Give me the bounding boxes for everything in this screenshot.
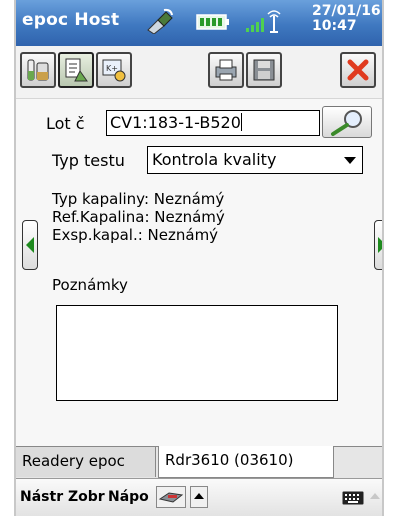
tab-reader-3610[interactable]: Rdr3610 (03610) bbox=[158, 446, 334, 478]
notes-textarea[interactable] bbox=[56, 305, 338, 401]
next-page-button[interactable] bbox=[374, 220, 382, 270]
test-tube-button[interactable] bbox=[20, 52, 56, 88]
menu-bar: Nástr Zobr Nápo bbox=[16, 478, 382, 516]
menu-help[interactable]: Nápo bbox=[108, 489, 149, 505]
status-time: 10:47 bbox=[312, 18, 357, 34]
search-icon bbox=[331, 110, 362, 136]
title-bar: epoc Host 27/01/16 10:47 bbox=[16, 0, 382, 46]
save-button[interactable] bbox=[246, 52, 282, 88]
svg-text:K+: K+ bbox=[106, 64, 118, 73]
reader-tabs: Readery epoc Rdr3610 (03610) bbox=[16, 446, 382, 479]
device-screen: epoc Host 27/01/16 10:47 K+ Lot č CV1:18… bbox=[14, 0, 384, 516]
keyboard-icon[interactable] bbox=[342, 491, 364, 505]
notes-label: Poznámky bbox=[52, 276, 128, 294]
card-reader-button[interactable] bbox=[156, 486, 186, 508]
lot-search-button[interactable] bbox=[322, 106, 372, 138]
print-button[interactable] bbox=[208, 52, 244, 88]
lot-value: CV1:183-1-B520 bbox=[110, 113, 241, 132]
toolbar: K+ bbox=[16, 46, 382, 99]
signal-icon bbox=[246, 10, 281, 33]
fluid-type-text: Typ kapaliny: Neznámý bbox=[52, 190, 225, 208]
card-reader-icon bbox=[158, 492, 184, 503]
printer-icon bbox=[215, 59, 237, 81]
status-datetime: 27/01/16 10:47 bbox=[312, 4, 381, 34]
exp-fluid-text: Exsp.kapal.: Neznámý bbox=[52, 226, 219, 244]
qc-card-icon: K+ bbox=[102, 59, 126, 82]
save-icon bbox=[253, 59, 275, 81]
battery-icon bbox=[196, 14, 229, 30]
text-caret bbox=[240, 113, 242, 131]
lot-label: Lot č bbox=[46, 114, 85, 133]
tab-epoc-readers[interactable]: Readery epoc bbox=[16, 447, 156, 477]
left-arrow-icon bbox=[26, 237, 34, 253]
close-button[interactable] bbox=[340, 52, 376, 88]
ref-fluid-text: Ref.Kapalina: Neznámý bbox=[52, 208, 225, 226]
test-type-value: Kontrola kvality bbox=[152, 150, 277, 169]
sync-icon[interactable] bbox=[144, 8, 174, 34]
chevron-up-icon bbox=[194, 493, 204, 499]
menu-view[interactable]: Zobr bbox=[68, 489, 105, 505]
document-icon bbox=[65, 58, 88, 82]
menu-tools[interactable]: Nástr bbox=[20, 489, 63, 505]
close-icon bbox=[347, 59, 369, 81]
previous-page-button[interactable] bbox=[22, 220, 38, 270]
test-type-select[interactable]: Kontrola kvality bbox=[147, 146, 363, 174]
test-tube-icon bbox=[27, 59, 49, 81]
app-title: epoc Host bbox=[22, 10, 120, 30]
chevron-down-icon[interactable] bbox=[344, 157, 356, 164]
lot-input[interactable]: CV1:183-1-B520 bbox=[106, 110, 320, 136]
qc-button[interactable]: K+ bbox=[96, 52, 132, 88]
test-type-label: Typ testu bbox=[52, 151, 125, 170]
right-arrow-icon bbox=[378, 237, 382, 253]
patient-data-button[interactable] bbox=[58, 52, 94, 88]
status-date: 27/01/16 bbox=[312, 3, 381, 19]
chevron-up-button[interactable] bbox=[190, 486, 208, 508]
keyboard-menu-arrow[interactable] bbox=[370, 493, 380, 499]
